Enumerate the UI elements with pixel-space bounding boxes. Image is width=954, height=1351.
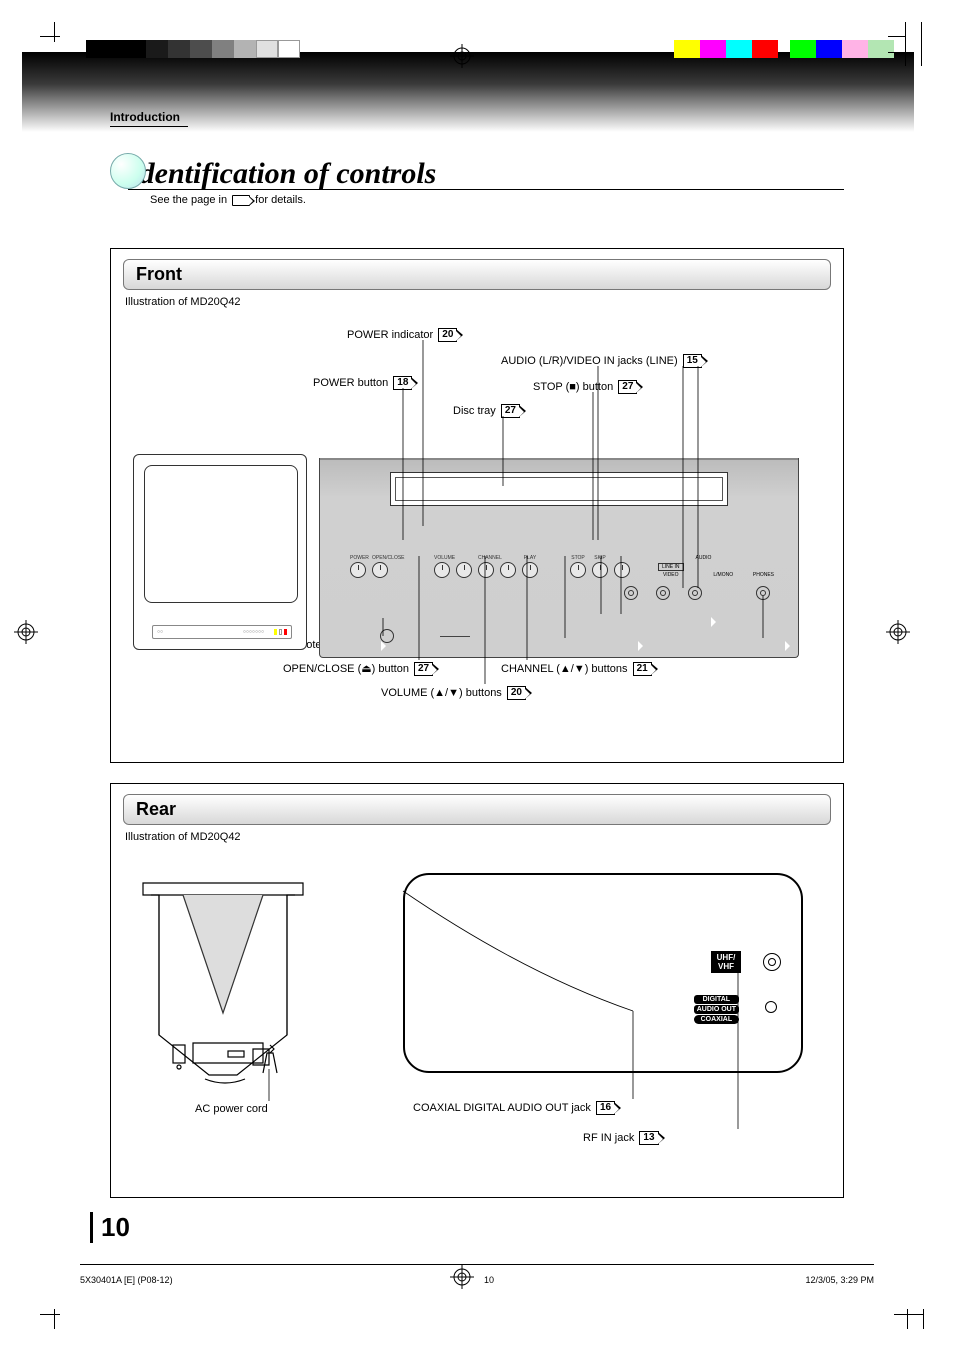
front-subtitle: Illustration of MD20Q42 [125,296,831,308]
registration-target-left [14,620,38,644]
pageref-icon [232,195,250,206]
page-number: 10 [90,1212,130,1243]
callout-power-indicator: POWER indicator 20 [347,328,457,342]
callout-volume: VOLUME (▲/▼) buttons 20 [381,686,526,700]
registration-target-right [886,620,910,644]
section-label: Introduction [110,110,188,127]
callout-disc-tray: Disc tray 27 [453,404,520,418]
print-registration [0,36,954,86]
callout-audio-in: AUDIO (L/R)/VIDEO IN jacks (LINE) 15 [501,354,702,368]
color-bars [674,40,894,58]
rear-panel: Rear Illustration of MD20Q42 [110,783,844,1198]
callout-stop-button: STOP (■) button 27 [533,380,637,394]
callout-coax: COAXIAL DIGITAL AUDIO OUT jack 16 [413,1101,615,1115]
rear-illustration-panel: UHF/VHF DIGITAL AUDIO OUT COAXIAL [403,873,803,1073]
callout-rf: RF IN jack 13 [583,1131,659,1145]
title-ornament [110,153,146,189]
grayscale-bars [86,40,300,58]
rear-illustration-tv [133,873,313,1093]
page-title: Identification of controls [110,157,844,191]
callout-power-button: POWER button 18 [313,376,412,390]
registration-target-top [450,44,474,68]
footer-left: 5X30401A [E] (P08-12) [80,1275,173,1285]
coax-jack [765,1001,777,1013]
footer-right: 12/3/05, 3:29 PM [805,1275,874,1285]
front-panel: Front Illustration of MD20Q42 POWER indi… [110,248,844,763]
uhf-vhf-label: UHF/VHF [711,951,741,973]
rf-jack [763,953,781,971]
callout-ac-cord: AC power cord [195,1103,268,1115]
front-illustration: ○○○○○○○○○ POWER OPEN/CLOSE VOLUME [133,454,803,674]
title-subnote: See the page in for details. [150,194,844,206]
footer-center: 10 [484,1275,494,1285]
footer-rule [80,1264,874,1265]
footer: 5X30401A [E] (P08-12) 10 12/3/05, 3:29 P… [80,1275,874,1285]
digital-audio-label: DIGITAL AUDIO OUT COAXIAL [694,995,739,1025]
rear-heading: Rear [123,794,831,825]
rear-subtitle: Illustration of MD20Q42 [125,831,831,843]
front-heading: Front [123,259,831,290]
